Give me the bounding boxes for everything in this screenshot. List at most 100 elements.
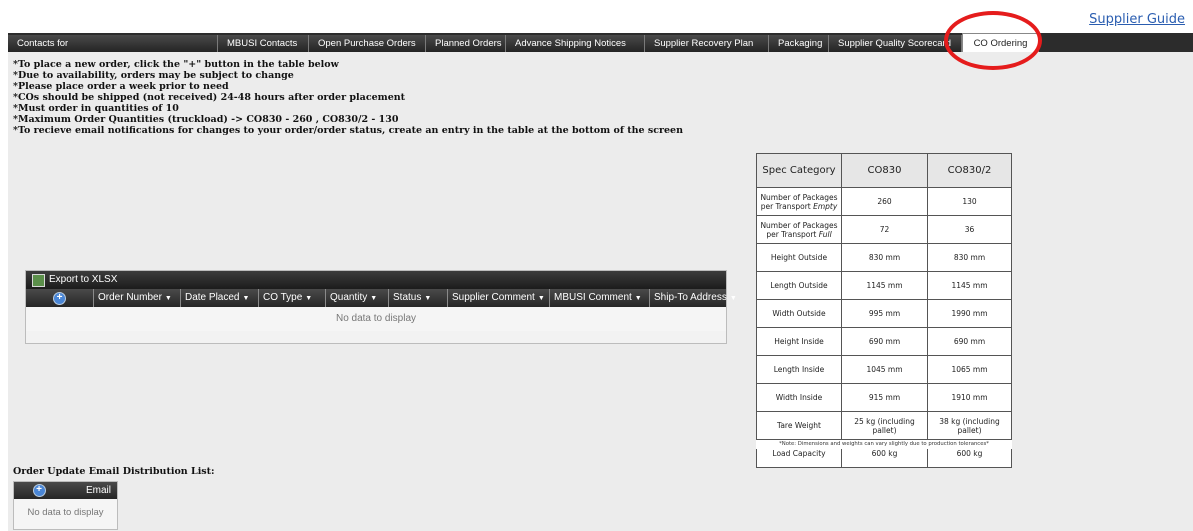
spec-label-cell: Length Outside [756, 271, 842, 300]
tab-supplier-recovery-plan[interactable]: Supplier Recovery Plan [645, 35, 769, 52]
spec-note: *Note: Dimensions and weights can vary s… [756, 440, 1012, 449]
export-xlsx-button[interactable]: Export to XLSX [49, 271, 117, 289]
order-instructions: *To place a new order, click the "+" but… [13, 59, 683, 136]
spec-label-cell: Height Outside [756, 243, 842, 272]
spec-row: Width Inside 915 mm 1910 mm [756, 383, 1012, 412]
spec-row: Number of Packages per Transport Empty 26… [756, 187, 1012, 216]
spec-label-cell: Length Inside [756, 355, 842, 384]
spec-row: Width Outside 995 mm 1990 mm [756, 299, 1012, 328]
filter-arrow-icon[interactable]: ▼ [370, 295, 377, 302]
instruction-line: *To place a new order, click the "+" but… [13, 59, 339, 70]
spec-co830-2-cell: 1065 mm [927, 355, 1012, 384]
column-label: Quantity [330, 292, 368, 303]
spec-header-cell: Spec Category [756, 153, 842, 188]
column-co-type[interactable]: CO Type ▼ [258, 289, 325, 307]
filter-arrow-icon[interactable]: ▼ [538, 295, 545, 302]
spec-label-cell: Tare Weight [756, 411, 842, 440]
spec-table: Spec Category CO830 CO830/2 Number of Packa… [756, 153, 1012, 468]
spec-label-qualifier: Empty [813, 201, 838, 211]
column-mbusi-comment[interactable]: MBUSI Comment ▼ [549, 289, 649, 307]
spec-row: Number of Packages per Transport Full 72 3… [756, 215, 1012, 244]
spec-co830-cell: 830 mm [841, 243, 928, 272]
instruction-line: *Please place order a week prior to need [13, 81, 229, 92]
column-label: Order Number [98, 292, 162, 303]
column-label: Date Placed [185, 292, 240, 303]
spec-co830-cell: 1045 mm [841, 355, 928, 384]
spec-label: Width Outside [772, 309, 826, 318]
spec-co830-2-cell: 130 [927, 187, 1012, 216]
spec-co830-2-cell: 1145 mm [927, 271, 1012, 300]
orders-grid: Export to XLSX + Order Number ▼ Date Place… [25, 270, 737, 344]
instruction-line: *COs should be shipped (not received) 24… [13, 92, 406, 103]
grid-toolbar: Export to XLSX [26, 271, 726, 289]
spec-label: Load Capacity [772, 449, 826, 458]
spec-co830-cell: 690 mm [841, 327, 928, 356]
spec-label-cell: Number of Packages per Transport Full [756, 215, 842, 244]
column-label: Supplier Comment [452, 292, 535, 303]
spec-header-cell: CO830/2 [927, 153, 1012, 188]
tab-planned-orders[interactable]: Planned Orders [426, 35, 506, 52]
filter-arrow-icon[interactable]: ▼ [242, 295, 249, 302]
spec-co830-2-cell: 36 [927, 215, 1012, 244]
spec-label: Width Inside [775, 393, 823, 402]
spec-label: Height Outside [770, 253, 828, 262]
excel-icon [32, 273, 45, 287]
spec-row: Length Inside 1045 mm 1065 mm [756, 355, 1012, 384]
tab-bar: Contacts for MBUSI Contacts Open Purchase … [8, 33, 1193, 52]
orders-empty-message: No data to display [26, 307, 726, 331]
filter-arrow-icon[interactable]: ▼ [730, 295, 737, 302]
spec-co830-2-cell: 1990 mm [927, 299, 1012, 328]
filter-arrow-icon[interactable]: ▼ [165, 295, 172, 302]
column-label: Status [393, 292, 422, 303]
email-grid: + Email No data to display [13, 481, 118, 530]
email-list-heading: Order Update Email Distribution List: [13, 466, 215, 477]
spec-co830-cell: 72 [841, 215, 928, 244]
spec-label: Length Inside [773, 365, 825, 374]
tab-co-ordering[interactable]: CO Ordering [962, 33, 1039, 52]
column-order-number[interactable]: Order Number ▼ [93, 289, 180, 307]
instruction-line: *Maximum Order Quantities (truckload) ->… [13, 114, 399, 125]
spec-co830-cell: 260 [841, 187, 928, 216]
instruction-line: *Due to availability, orders may be subj… [13, 70, 294, 81]
email-column-header[interactable]: Email [64, 482, 117, 500]
column-label: Ship-To Address [654, 292, 727, 303]
filter-arrow-icon[interactable]: ▼ [635, 295, 642, 302]
spec-header-cell: CO830 [841, 153, 928, 188]
instruction-line: *Must order in quantities of 10 [13, 103, 179, 114]
spec-co830-2-cell: 1910 mm [927, 383, 1012, 412]
column-supplier-comment[interactable]: Supplier Comment ▼ [447, 289, 549, 307]
spec-row: Tare Weight 25 kg (including pallet) 38 kg… [756, 411, 1012, 440]
spec-co830-cell: 915 mm [841, 383, 928, 412]
spec-row: Height Inside 690 mm 690 mm [756, 327, 1012, 356]
spec-label-cell: Width Inside [756, 383, 842, 412]
tab-open-purchase-orders[interactable]: Open Purchase Orders [309, 35, 426, 52]
column-date-placed[interactable]: Date Placed ▼ [180, 289, 258, 307]
email-empty-message: No data to display [14, 499, 117, 527]
column-quantity[interactable]: Quantity ▼ [325, 289, 388, 307]
spec-co830-cell: 25 kg (including pallet) [841, 411, 928, 440]
spec-label-cell: Width Outside [756, 299, 842, 328]
spec-co830-2-cell: 830 mm [927, 243, 1012, 272]
add-email-button[interactable]: + [32, 484, 46, 497]
spec-co830-2-cell: 690 mm [927, 327, 1012, 356]
tab-supplier-quality-scorecard[interactable]: Supplier Quality Scorecard [829, 35, 962, 52]
spec-label-cell: Height Inside [756, 327, 842, 356]
filter-arrow-icon[interactable]: ▼ [305, 295, 312, 302]
tab-mbusi-contacts[interactable]: MBUSI Contacts [218, 35, 309, 52]
filter-arrow-icon[interactable]: ▼ [424, 295, 431, 302]
spec-co830-2-cell: 38 kg (including pallet) [927, 411, 1012, 440]
tab-contacts-for[interactable]: Contacts for [8, 35, 218, 52]
column-label: MBUSI Comment [554, 292, 632, 303]
column-label: CO Type [263, 292, 303, 303]
spec-row: Height Outside 830 mm 830 mm [756, 243, 1012, 272]
orders-grid-header: + Order Number ▼ Date Placed ▼ CO Type ▼ Quant… [26, 289, 737, 307]
spec-label: Length Outside [770, 281, 828, 290]
add-order-button[interactable]: + [53, 291, 66, 305]
column-ship-to-address[interactable]: Ship-To Address ▼ [649, 289, 737, 307]
column-status[interactable]: Status ▼ [388, 289, 447, 307]
spec-label: Height Inside [774, 337, 824, 346]
email-grid-header: + Email [14, 482, 117, 499]
tab-advance-shipping-notices[interactable]: Advance Shipping Notices [506, 35, 645, 52]
supplier-guide-link[interactable]: Supplier Guide [1089, 12, 1185, 27]
tab-packaging[interactable]: Packaging [769, 35, 829, 52]
